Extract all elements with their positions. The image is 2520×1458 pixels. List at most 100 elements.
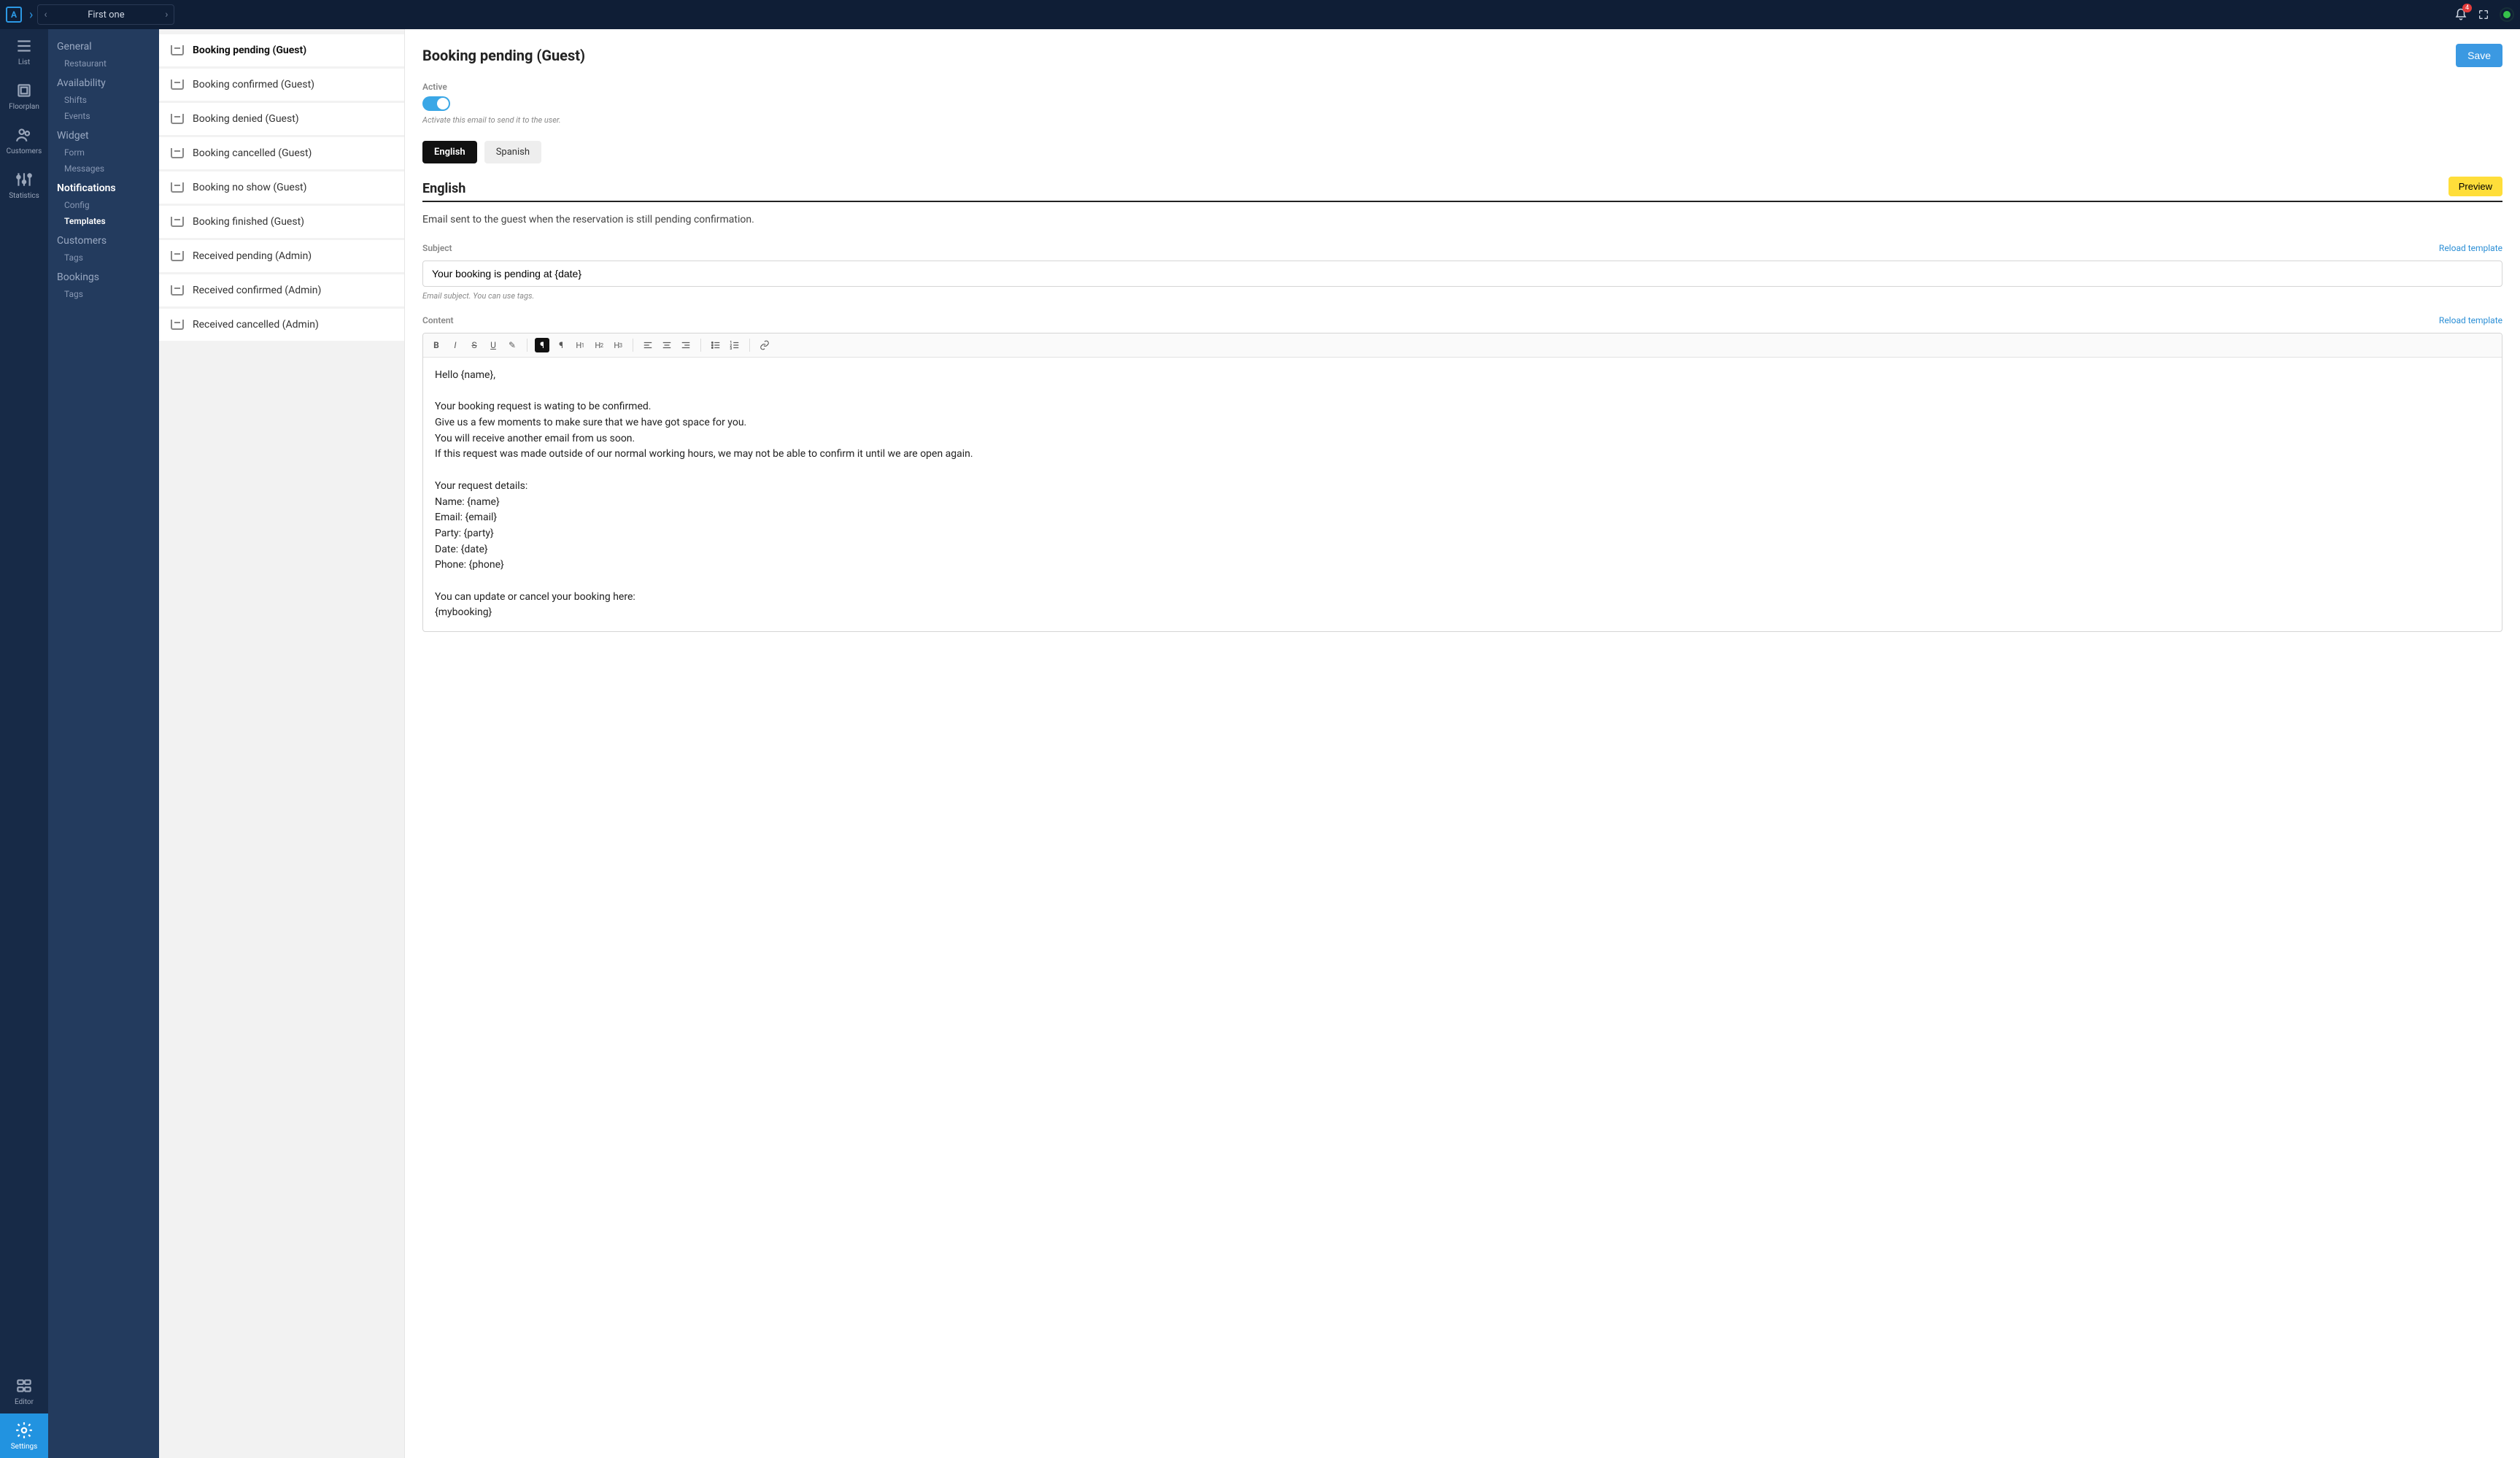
ordered-list-icon: 123 [730, 340, 740, 350]
subject-hint: Email subject. You can use tags. [422, 291, 2502, 301]
align-left-button[interactable] [641, 338, 655, 352]
template-list-item[interactable]: Received confirmed (Admin) [159, 274, 404, 306]
italic-button[interactable]: I [448, 338, 463, 352]
rail-item-settings[interactable]: Settings [0, 1413, 48, 1458]
template-list-label: Received confirmed (Admin) [193, 285, 321, 296]
settings-subitem[interactable]: Config [48, 197, 159, 213]
bold-button[interactable]: B [429, 338, 444, 352]
settings-group[interactable]: Notifications [48, 177, 159, 197]
link-icon [760, 340, 770, 350]
settings-subitem[interactable]: Messages [48, 161, 159, 177]
settings-subitem[interactable]: Templates [48, 213, 159, 229]
strike-button[interactable]: S [467, 338, 482, 352]
template-list-label: Booking cancelled (Guest) [193, 147, 312, 159]
rail-item-list[interactable]: List [0, 29, 48, 74]
underline-button[interactable]: U [486, 338, 500, 352]
inbox-icon [171, 217, 184, 227]
active-toggle[interactable] [422, 96, 450, 111]
subject-label: Subject [422, 243, 452, 253]
rail-item-customers[interactable]: Customers [0, 118, 48, 163]
page-title: Booking pending (Guest) [422, 47, 585, 64]
rail-label: List [18, 58, 30, 66]
settings-sidebar: GeneralRestaurantAvailabilityShiftsEvent… [48, 29, 159, 1458]
template-list-item[interactable]: Booking confirmed (Guest) [159, 69, 404, 101]
breadcrumb-selector[interactable]: ‹ First one › [37, 4, 174, 25]
bullet-list-button[interactable] [708, 338, 723, 352]
customers-icon [15, 126, 34, 144]
settings-group[interactable]: Availability [48, 72, 159, 92]
rail-label: Customers [7, 147, 42, 155]
editor-icon [15, 1376, 34, 1395]
settings-group[interactable]: Bookings [48, 266, 159, 286]
template-list-item[interactable]: Received pending (Admin) [159, 240, 404, 272]
template-list-item[interactable]: Booking no show (Guest) [159, 171, 404, 204]
list-icon [15, 36, 34, 55]
app-logo[interactable]: A [6, 7, 22, 23]
align-right-icon [681, 340, 691, 350]
template-list-label: Booking confirmed (Guest) [193, 79, 314, 90]
align-right-button[interactable] [679, 338, 693, 352]
main-nav-rail: List Floorplan Customers Statistics Edit… [0, 29, 48, 1458]
fullscreen-button[interactable] [2478, 9, 2489, 20]
settings-group[interactable]: Customers [48, 229, 159, 250]
inbox-icon [171, 114, 184, 124]
notifications-button[interactable]: 4 [2454, 8, 2467, 21]
template-list-label: Booking finished (Guest) [193, 216, 304, 228]
inbox-icon [171, 148, 184, 158]
bullet-list-icon [711, 340, 721, 350]
status-indicator[interactable] [2500, 7, 2514, 22]
settings-subitem[interactable]: Tags [48, 286, 159, 302]
rail-label: Settings [11, 1443, 38, 1451]
template-list-item[interactable]: Received cancelled (Admin) [159, 309, 404, 341]
editor-toolbar: B I S U ✎ ¶ ¶ H1 H2 H3 [423, 333, 2502, 358]
active-hint: Activate this email to send it to the us… [422, 115, 2502, 125]
language-tab[interactable]: Spanish [484, 141, 541, 163]
settings-subitem[interactable]: Restaurant [48, 55, 159, 72]
preview-button[interactable]: Preview [2449, 177, 2502, 196]
save-button[interactable]: Save [2456, 44, 2502, 67]
rail-item-editor[interactable]: Editor [0, 1369, 48, 1413]
sliders-icon [15, 170, 34, 189]
template-list: Booking pending (Guest) Booking confirmed… [159, 29, 405, 1458]
template-list-label: Received cancelled (Admin) [193, 319, 319, 331]
language-heading: English [422, 181, 465, 196]
topbar: A › ‹ First one › 4 [0, 0, 2520, 29]
breadcrumb-next-icon[interactable]: › [165, 9, 168, 20]
chevron-right-icon[interactable]: › [29, 7, 33, 23]
settings-subitem[interactable]: Form [48, 144, 159, 161]
active-label: Active [422, 82, 2502, 92]
settings-subitem[interactable]: Shifts [48, 92, 159, 108]
h3-button[interactable]: H3 [611, 338, 625, 352]
content-editor-body[interactable]: Hello {name}, Your booking request is wa… [423, 358, 2502, 631]
inbox-icon [171, 251, 184, 261]
settings-subitem[interactable]: Events [48, 108, 159, 124]
paragraph-button[interactable]: ¶ [535, 338, 549, 352]
inbox-icon [171, 182, 184, 193]
template-list-item[interactable]: Booking pending (Guest) [159, 34, 404, 66]
template-list-label: Booking no show (Guest) [193, 182, 307, 193]
template-list-label: Booking pending (Guest) [193, 45, 306, 56]
highlight-button[interactable]: ✎ [505, 338, 519, 352]
h2-button[interactable]: H2 [592, 338, 606, 352]
link-button[interactable] [757, 338, 772, 352]
notification-badge: 4 [2462, 4, 2472, 12]
settings-group[interactable]: Widget [48, 124, 159, 144]
language-tab[interactable]: English [422, 141, 477, 163]
reload-content-link[interactable]: Reload template [2439, 315, 2502, 325]
align-center-button[interactable] [660, 338, 674, 352]
settings-group[interactable]: General [48, 35, 159, 55]
rail-label: Statistics [9, 192, 39, 200]
settings-subitem[interactable]: Tags [48, 250, 159, 266]
rail-item-statistics[interactable]: Statistics [0, 163, 48, 207]
template-list-item[interactable]: Booking cancelled (Guest) [159, 137, 404, 169]
template-list-item[interactable]: Booking denied (Guest) [159, 103, 404, 135]
template-list-item[interactable]: Booking finished (Guest) [159, 206, 404, 238]
h1-button[interactable]: H1 [573, 338, 587, 352]
rail-item-floorplan[interactable]: Floorplan [0, 74, 48, 118]
reload-subject-link[interactable]: Reload template [2439, 243, 2502, 253]
subject-input[interactable] [422, 261, 2502, 287]
paragraph2-button[interactable]: ¶ [554, 338, 568, 352]
content-label: Content [422, 315, 454, 325]
ordered-list-button[interactable]: 123 [727, 338, 742, 352]
rail-label: Editor [15, 1398, 34, 1406]
